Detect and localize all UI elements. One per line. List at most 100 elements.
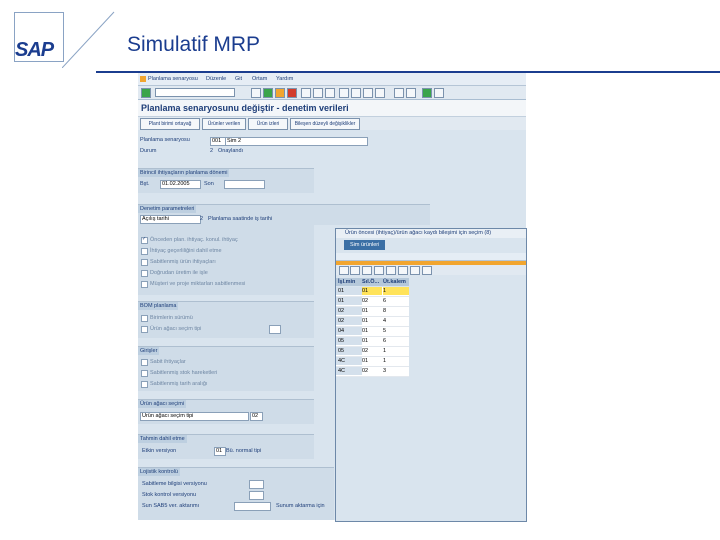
table-row[interactable]: 02 01 8 — [336, 307, 409, 317]
menu-item-environment[interactable]: Ortam — [252, 76, 267, 82]
opening-date-field[interactable]: Açılış tarihi — [140, 215, 201, 224]
popup-toolbar — [336, 265, 526, 275]
table-row[interactable]: 05 01 6 — [336, 337, 409, 347]
start-date-field[interactable]: 01.02.2005 — [160, 180, 201, 189]
table-cell: 02 — [362, 348, 369, 354]
table-cell: 5 — [383, 328, 387, 334]
checkbox-fixed-needs-label: Sabit ihtiyaçlar — [150, 359, 186, 365]
product-tree-field[interactable]: Ürün ağacı seçim tipi — [140, 412, 249, 421]
slide-title: Simulatif MRP — [127, 33, 261, 56]
checkbox-unit-release[interactable] — [141, 315, 148, 322]
product-tree-title: Ürün ağacı seçimi — [138, 400, 187, 408]
plant-button[interactable]: Plant birimi ortayağ — [140, 118, 200, 130]
checkbox-direct-production-label: Doğrudan üretim ile işle — [150, 270, 208, 276]
popup-select-icon[interactable] — [350, 266, 360, 275]
col-header-1[interactable]: İşl.min — [338, 278, 355, 286]
popup-check-icon[interactable] — [339, 266, 349, 275]
checkbox-fixed-reqs[interactable] — [141, 259, 148, 266]
table-row[interactable]: 05 02 1 — [336, 347, 409, 357]
checkbox-fixed-needs[interactable] — [141, 359, 148, 366]
next-page-icon[interactable] — [363, 88, 373, 98]
prev-page-icon[interactable] — [351, 88, 361, 98]
popup-detail-icon[interactable] — [362, 266, 372, 275]
checkbox-req-validity-label: İhtiyaç geçerliliğini dahil etme — [150, 248, 222, 254]
table-row[interactable]: 4C 02 3 — [336, 367, 409, 377]
checkbox-customer-project-label: Müşteri ve proje miktarları sabitlenmesi — [150, 281, 246, 287]
checkbox-fixed-stock[interactable] — [141, 370, 148, 377]
logistics-field-2[interactable] — [249, 491, 264, 500]
bom-type-field[interactable] — [269, 325, 281, 334]
table-cell: 05 — [336, 347, 362, 355]
table-cell: 01 — [336, 297, 362, 305]
checkbox-req-validity[interactable] — [141, 248, 148, 255]
menu-item-goto[interactable]: Git — [235, 76, 242, 82]
menu-item-edit[interactable]: Düzenle — [206, 76, 226, 82]
product-tree-code-field[interactable]: 02 — [250, 412, 263, 421]
scenario-name-field[interactable]: Sim 2 — [225, 137, 368, 146]
logistics-group: Lojistik kontrolü Sabitleme bilgisi vers… — [138, 467, 334, 520]
find-next-icon[interactable] — [325, 88, 335, 98]
window-titlebar: Planlama senaryosunu değiştir - denetim … — [138, 100, 526, 117]
table-cell: 6 — [383, 338, 387, 344]
popup-print-icon[interactable] — [422, 266, 432, 275]
planning-period-title: Birincil ihtiyaçların planlama dönemi — [138, 169, 230, 177]
menu-icon[interactable] — [140, 76, 146, 82]
command-field[interactable] — [155, 88, 235, 97]
popup-sort-icon[interactable] — [374, 266, 384, 275]
exit-icon[interactable] — [275, 88, 285, 98]
standard-toolbar — [138, 86, 526, 100]
start-date-label: Bşt. — [140, 181, 150, 187]
table-cell: 01 — [362, 318, 369, 324]
last-page-icon[interactable] — [375, 88, 385, 98]
slide-header: SAP Simulatif MRP — [0, 0, 720, 75]
popup-layout-icon[interactable] — [410, 266, 420, 275]
logo-diagonal-icon — [62, 11, 115, 68]
checkbox-planned-reqs[interactable] — [141, 236, 148, 244]
col-header-3[interactable]: Üt.kalem — [383, 278, 406, 286]
forecast-code-field[interactable]: 01 — [214, 447, 226, 456]
table-cell: 4C — [336, 367, 362, 375]
end-date-field[interactable] — [224, 180, 265, 189]
checkbox-direct-production[interactable] — [141, 270, 148, 277]
checkbox-unit-release-label: Birimlerin sürümü — [150, 315, 193, 321]
table-row[interactable]: 01 02 6 — [336, 297, 409, 307]
product-tree-group: Ürün ağacı seçimi Ürün ağacı seçim tipi … — [138, 399, 314, 424]
save-icon[interactable] — [251, 88, 261, 98]
checkbox-customer-project[interactable] — [141, 281, 148, 288]
menu-item-scenario[interactable]: Planlama senaryosu — [148, 76, 198, 82]
popup-tab-sim-products[interactable]: Sim ürünleri — [344, 240, 386, 250]
popup-export-icon[interactable] — [398, 266, 408, 275]
table-row[interactable]: 02 01 4 — [336, 317, 409, 327]
checkbox-bom-type[interactable] — [141, 326, 148, 333]
first-page-icon[interactable] — [339, 88, 349, 98]
product-trace-button[interactable]: Ürün izleri — [248, 118, 288, 130]
table-cell: 4 — [383, 318, 387, 324]
layout-icon[interactable] — [434, 88, 444, 98]
help-icon[interactable] — [422, 88, 432, 98]
shortcut-icon[interactable] — [406, 88, 416, 98]
cancel-icon[interactable] — [287, 88, 297, 98]
menu-item-help[interactable]: Yardım — [276, 76, 293, 82]
component-changes-button[interactable]: Bileşen düzeyli değişiklikler — [290, 118, 360, 130]
print-icon[interactable] — [301, 88, 311, 98]
table-row[interactable]: 01 01 1 — [336, 287, 409, 297]
new-session-icon[interactable] — [394, 88, 404, 98]
back-icon[interactable] — [263, 88, 273, 98]
table-cell: 01 — [362, 338, 369, 344]
logistics-field-3[interactable] — [234, 502, 271, 511]
option-code: 2 — [200, 216, 204, 222]
table-cell: 02 — [336, 307, 362, 315]
table-cell: 04 — [336, 327, 362, 335]
logistics-field-1[interactable] — [249, 480, 264, 489]
enter-icon[interactable] — [141, 88, 151, 98]
products-button[interactable]: Ürünler verilen — [202, 118, 246, 130]
find-icon[interactable] — [313, 88, 323, 98]
table-cell: 1 — [383, 287, 409, 295]
table-row[interactable]: 4C 01 1 — [336, 357, 409, 367]
popup-filter-icon[interactable] — [386, 266, 396, 275]
checkbox-fixed-range[interactable] — [141, 381, 148, 388]
table-row[interactable]: 04 01 5 — [336, 327, 409, 337]
col-header-2[interactable]: Sıl.Ö... — [362, 278, 379, 286]
selection-popup: Ürün öncesi (ihtiyaç)/ürün ağacı kaydı b… — [335, 228, 527, 522]
status-text: Onaylandı — [218, 148, 244, 154]
